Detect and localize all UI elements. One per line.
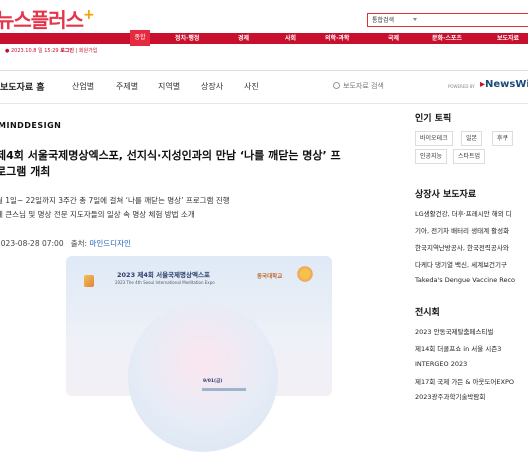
current-date: 2023.10.8 일 15:29 — [10, 48, 59, 54]
sun-icon — [296, 265, 314, 283]
article-summary-line2: 계 큰스님 및 명상 전문 지도자들의 일상 속 명상 체험 방법 소개 — [0, 210, 195, 219]
login-link[interactable]: 로그인 — [60, 48, 74, 54]
topic-tag[interactable]: 인공지능 — [415, 149, 448, 164]
poster-circle — [128, 302, 278, 452]
list-item[interactable]: 제17회 국제 가든 & 아웃도어EXPO — [415, 376, 514, 386]
chevron-down-icon — [413, 18, 417, 21]
pr-nav-listed[interactable]: 상장사 — [201, 81, 223, 92]
pr-home-title[interactable]: 보도자료 홈 — [0, 80, 45, 93]
nav-item-press[interactable]: 보도자료 — [497, 33, 519, 44]
nav-item-economy[interactable]: 경제 — [238, 33, 249, 44]
nav-item-world[interactable]: 국제 — [388, 33, 399, 44]
pr-nav-topic[interactable]: 주제별 — [116, 81, 138, 92]
expo-logo-icon — [84, 275, 94, 287]
list-item[interactable]: 기아, 전기차 배터리 생태계 활성화 — [415, 225, 509, 235]
list-item[interactable]: INTERGEO 2023 — [415, 360, 467, 368]
exhibitions-heading: 전시회 — [415, 308, 440, 318]
site-search-select[interactable]: 통합검색 — [367, 13, 528, 27]
list-item[interactable]: 제14회 더콜프쇼 in 서울 시즌3 — [415, 343, 501, 353]
topic-tag[interactable]: 바이오테크 — [415, 131, 453, 146]
poster-organizer: 동국대학교 — [257, 274, 283, 280]
topic-tag[interactable]: 후쿠 — [492, 131, 514, 146]
popular-topics-heading: 인기 토픽 — [415, 114, 452, 124]
nav-item-science[interactable]: 의학·과학 — [325, 33, 349, 44]
list-item[interactable]: 다케다 댕기열 백신, 세계보건기구 — [415, 259, 507, 269]
source-link[interactable]: 마인드디자인 — [89, 239, 130, 248]
listed-press-heading: 상장사 보도자료 — [415, 190, 477, 200]
pr-search-input[interactable]: 보도자료 검색 — [343, 81, 384, 91]
clock-icon: ● — [5, 48, 10, 54]
join-link[interactable]: 회원가입 — [79, 48, 97, 54]
nav-item-society[interactable]: 사회 — [285, 33, 296, 44]
topic-tag[interactable]: 스타트업 — [453, 149, 486, 164]
search-icon[interactable] — [333, 82, 340, 89]
poster-subtitle: 2023 The 4th Seoul International Meditat… — [115, 280, 215, 285]
newswire-logo[interactable]: ▸NewsWir — [480, 79, 528, 90]
article-title-line2: 로그램 개최 — [0, 165, 51, 178]
pr-nav-industry[interactable]: 산업별 — [72, 81, 94, 92]
pr-nav-photo[interactable]: 사진 — [244, 81, 259, 92]
poster-date: 9/01(금) — [203, 379, 223, 384]
article-summary-line1: 월 1일~ 22일까지 3주간 총 7일에 걸쳐 ‘나를 깨닫는 명상’ 프로그… — [0, 196, 230, 205]
article-date: 2023-08-28 07:00 — [0, 239, 64, 248]
date-line: ● 2023.10.8 일 15:29 로그인 | 회원가입 — [5, 48, 98, 54]
nav-item-culture[interactable]: 문화·스포츠 — [432, 33, 462, 44]
list-item[interactable]: 2023광주과학기술박람회 — [415, 391, 485, 401]
list-item[interactable]: LG생활건강, 더후·프레시안 해외 디 — [415, 208, 512, 218]
company-logo[interactable]: MINDDESIGN — [0, 121, 61, 130]
topic-tag[interactable]: 일본 — [461, 131, 483, 146]
poster-title: 2023 제4회 서울국제명상엑스포 — [117, 271, 210, 279]
list-item[interactable]: Takeda's Dengue Vaccine Reco — [415, 276, 515, 284]
pr-nav-region[interactable]: 지역별 — [158, 81, 180, 92]
list-item[interactable]: 한국지역난방공사, 한국전력공사와 — [415, 242, 509, 252]
article-meta: 2023-08-28 07:00 출처: 마인드디자인 — [0, 238, 131, 249]
nav-item-politics[interactable]: 정치·행정 — [175, 33, 199, 44]
powered-by-label: POWERED BY — [448, 84, 475, 89]
site-logo[interactable]: 뉴스플러스+ — [0, 4, 95, 33]
source-label: 출처: — [70, 239, 88, 248]
article-title-line1: 제4회 서울국제명상엑스포, 선지식·지성인과의 만남 ‘나를 깨닫는 명상’ … — [0, 149, 341, 162]
poster-bar — [202, 388, 246, 391]
nav-item-home[interactable]: 종합 — [130, 30, 150, 46]
list-item[interactable]: 2023 안동국제탈춤페스티벌 — [415, 326, 493, 336]
